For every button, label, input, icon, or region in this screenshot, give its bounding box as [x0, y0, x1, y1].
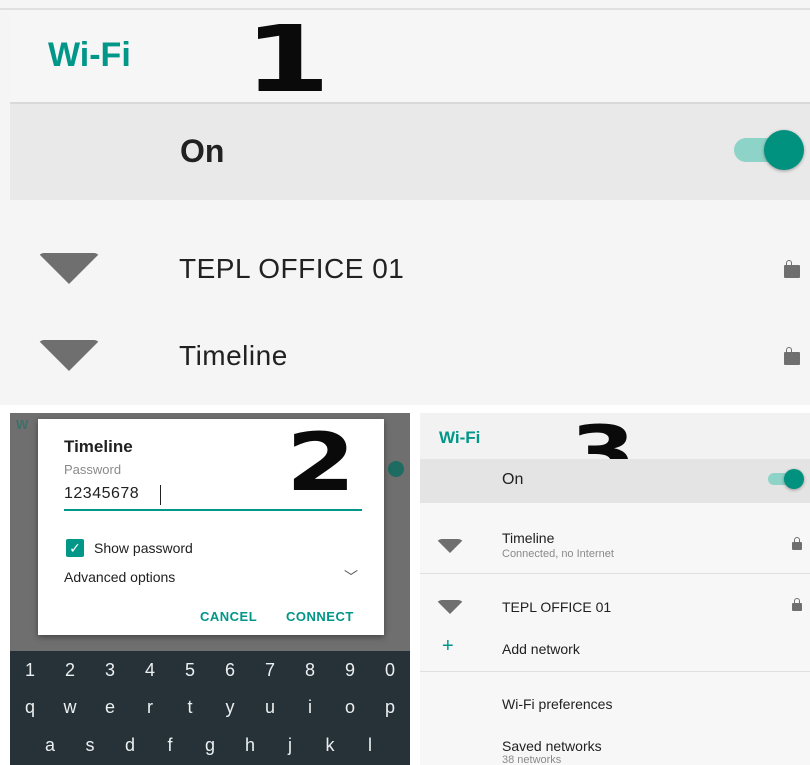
- key-0[interactable]: 0: [380, 660, 400, 681]
- wifi-signal-icon: [436, 600, 464, 614]
- key-j[interactable]: j: [280, 735, 300, 756]
- plus-icon: +: [442, 635, 454, 657]
- network-item-tepl-office[interactable]: [10, 232, 810, 306]
- password-label: Password: [64, 462, 122, 477]
- connect-button[interactable]: CONNECT: [286, 609, 354, 624]
- add-network-label: Add network: [502, 641, 580, 657]
- show-password-checkbox[interactable]: ✓: [66, 539, 84, 557]
- wifi-settings-panel-3: Wi-Fi 3 On Timeline Connected, no Intern…: [420, 413, 810, 765]
- text-caret: [160, 485, 161, 505]
- wifi-settings-panel-1: Wi-Fi 1 On TEPL OFFICE 01 Timeline: [0, 0, 810, 405]
- network-name: TEPL OFFICE 01: [179, 253, 405, 284]
- network-name: Timeline: [179, 340, 288, 371]
- key-i[interactable]: i: [300, 697, 320, 718]
- key-h[interactable]: h: [240, 735, 260, 756]
- key-d[interactable]: d: [120, 735, 140, 756]
- network-name: Timeline: [502, 530, 555, 546]
- show-password-label[interactable]: Show password: [94, 540, 193, 556]
- key-u[interactable]: u: [260, 697, 280, 718]
- key-8[interactable]: 8: [300, 660, 320, 681]
- advanced-options[interactable]: Advanced options: [64, 569, 175, 585]
- check-icon: ✓: [69, 540, 81, 556]
- key-q[interactable]: q: [20, 697, 40, 718]
- toggle-thumb: [784, 469, 804, 489]
- step-number-1: 1: [244, 6, 331, 113]
- key-7[interactable]: 7: [260, 660, 280, 681]
- cancel-button[interactable]: CANCEL: [200, 609, 257, 624]
- lock-icon: [792, 537, 802, 550]
- key-e[interactable]: e: [100, 697, 120, 718]
- step-number-2: 2: [286, 416, 356, 509]
- wifi-signal-icon: [38, 253, 100, 284]
- divider: [420, 671, 810, 672]
- lock-icon: [784, 347, 800, 365]
- key-t[interactable]: t: [180, 697, 200, 718]
- wifi-toggle-label: On: [502, 471, 524, 488]
- input-underline: [64, 509, 362, 511]
- saved-networks-count: 38 networks: [502, 754, 562, 765]
- network-item-tepl-office[interactable]: [420, 585, 810, 625]
- page-title: Wi-Fi: [48, 36, 131, 74]
- network-status: Connected, no Internet: [502, 548, 614, 560]
- divider: [420, 573, 810, 574]
- wifi-toggle-row[interactable]: [420, 459, 810, 503]
- wifi-preferences-label: Wi-Fi preferences: [502, 696, 613, 712]
- background-peek-text: W: [16, 417, 29, 432]
- key-4[interactable]: 4: [140, 660, 160, 681]
- network-item-timeline[interactable]: [10, 320, 810, 394]
- key-o[interactable]: o: [340, 697, 360, 718]
- toggle-thumb: [764, 130, 804, 170]
- key-a[interactable]: a: [40, 735, 60, 756]
- key-r[interactable]: r: [140, 697, 160, 718]
- key-w[interactable]: w: [60, 697, 80, 718]
- key-k[interactable]: k: [320, 735, 340, 756]
- wifi-toggle-row[interactable]: [10, 104, 810, 200]
- dialog-title: Timeline: [64, 437, 133, 456]
- key-6[interactable]: 6: [220, 660, 240, 681]
- lock-icon: [792, 598, 802, 611]
- chevron-down-icon[interactable]: ﹀: [344, 567, 358, 587]
- network-name: TEPL OFFICE 01: [502, 599, 612, 615]
- key-3[interactable]: 3: [100, 660, 120, 681]
- key-g[interactable]: g: [200, 735, 220, 756]
- key-1[interactable]: 1: [20, 660, 40, 681]
- wifi-preferences-item[interactable]: [420, 683, 810, 723]
- wifi-signal-icon: [38, 340, 100, 371]
- saved-networks-label: Saved networks: [502, 738, 602, 754]
- network-item-timeline[interactable]: [420, 513, 810, 571]
- key-s[interactable]: s: [80, 735, 100, 756]
- password-input[interactable]: 12345678: [64, 485, 139, 503]
- lock-icon: [784, 260, 800, 278]
- key-l[interactable]: l: [360, 735, 380, 756]
- saved-networks-item[interactable]: [420, 729, 810, 765]
- key-y[interactable]: y: [220, 697, 240, 718]
- password-dialog-panel-2: W Timeline Password 12345678 ✓ Show pass…: [10, 413, 410, 765]
- key-p[interactable]: p: [380, 697, 400, 718]
- key-f[interactable]: f: [160, 735, 180, 756]
- wifi-toggle-label: On: [180, 133, 225, 169]
- key-9[interactable]: 9: [340, 660, 360, 681]
- wifi-signal-icon: [436, 539, 464, 553]
- key-5[interactable]: 5: [180, 660, 200, 681]
- key-2[interactable]: 2: [60, 660, 80, 681]
- background-toggle-thumb: [388, 461, 404, 477]
- add-network-item[interactable]: [420, 631, 810, 669]
- page-title: Wi-Fi: [439, 428, 481, 447]
